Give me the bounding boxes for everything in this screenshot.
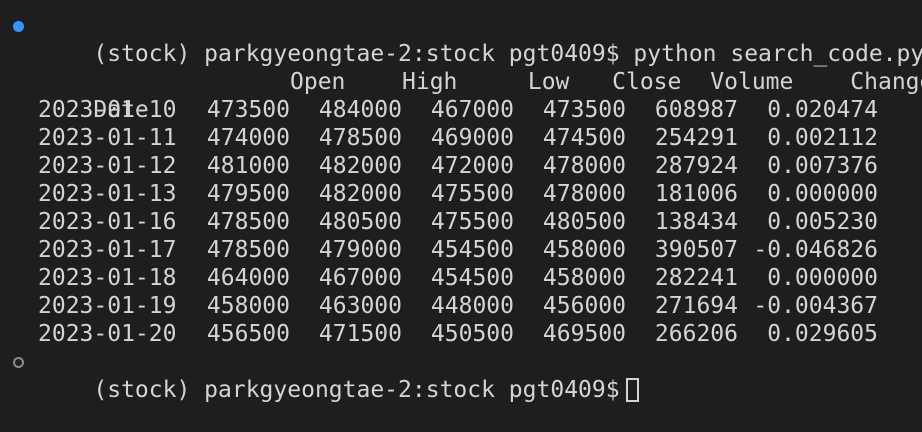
prompt-line[interactable]: (stock) parkgyeongtae-2:stock pgt0409$ [0,348,922,403]
table-cell: 469500 [542,321,626,347]
table-cell: 181006 [654,181,738,207]
table-cell: 472000 [430,153,514,179]
table-cell: 474000 [206,125,290,151]
table-cell: 475500 [430,181,514,207]
command-idle-dot-icon [13,357,24,368]
table-cell: 456500 [206,321,290,347]
table-cell: 481000 [206,153,290,179]
table-cell: 0.005230 [767,209,878,235]
row-date: 2023-01-11 [38,125,177,151]
table-cell: 478500 [206,209,290,235]
table-cell: 458000 [542,237,626,263]
index-label-row: Date [0,68,922,123]
table-cell: 458000 [206,293,290,319]
table-cell: 608987 [654,97,738,123]
row-date: 2023-01-19 [38,293,177,319]
row-date: 2023-01-20 [38,321,177,347]
command-success-dot-icon [13,21,24,32]
table-cell: -0.004367 [753,293,878,319]
table-cell: 0.007376 [767,153,878,179]
table-cell: 0.000000 [767,265,878,291]
table-row: 2023-01-17 478500 479000 454500 458000 390507… [0,236,922,264]
row-date: 2023-01-13 [38,181,177,207]
row-date: 2023-01-16 [38,209,177,235]
table-row: 2023-01-13 479500 482000 475500 478000 181006… [0,180,922,208]
table-cell: 454500 [430,237,514,263]
table-cell: 271694 [654,293,738,319]
table-cell: 287924 [654,153,738,179]
dataframe-header: OpenHighLowCloseVolumeChange [0,40,922,95]
table-cell: 467000 [318,265,402,291]
table-cell: 266206 [654,321,738,347]
table-cell: 463000 [318,293,402,319]
text-cursor[interactable] [625,378,639,402]
prompt-text: (stock) parkgyeongtae-2:stock pgt0409$ [93,377,620,403]
dataframe-rows: 2023-01-10 473500 484000 467000 473500 608987… [0,96,922,348]
table-row: 2023-01-19 458000 463000 448000 456000 271694… [0,292,922,320]
row-date: 2023-01-12 [38,153,177,179]
table-row: 2023-01-18 464000 467000 454500 458000 282241… [0,264,922,292]
table-cell: 282241 [654,265,738,291]
table-cell: 0.029605 [767,321,878,347]
table-cell: 254291 [654,125,738,151]
table-cell: 0.020474 [767,97,878,123]
table-cell: 475500 [430,209,514,235]
table-cell: 454500 [430,265,514,291]
table-cell: 458000 [542,265,626,291]
table-cell: 456000 [542,293,626,319]
table-row: 2023-01-12 481000 482000 472000 478000 287924… [0,152,922,180]
table-cell: 464000 [206,265,290,291]
table-cell: 390507 [654,237,738,263]
table-cell: 138434 [654,209,738,235]
table-cell: 482000 [318,153,402,179]
table-cell: 469000 [430,125,514,151]
table-cell: 479500 [206,181,290,207]
command-line: (stock) parkgyeongtae-2:stock pgt0409$ p… [0,12,922,67]
table-cell: 473500 [206,97,290,123]
row-date: 2023-01-10 [38,97,177,123]
table-cell: 482000 [318,181,402,207]
table-cell: -0.046826 [753,237,878,263]
table-cell: 479000 [318,237,402,263]
table-row: 2023-01-10 473500 484000 467000 473500 608987… [0,96,922,124]
terminal-output[interactable]: (stock) parkgyeongtae-2:stock pgt0409$ p… [0,12,922,403]
table-cell: 478500 [206,237,290,263]
table-cell: 478000 [542,181,626,207]
table-cell: 484000 [318,97,402,123]
table-cell: 0.000000 [767,181,878,207]
table-cell: 467000 [430,97,514,123]
table-cell: 474500 [542,125,626,151]
table-cell: 480500 [542,209,626,235]
row-date: 2023-01-17 [38,237,177,263]
table-cell: 471500 [318,321,402,347]
table-cell: 473500 [542,97,626,123]
table-row: 2023-01-20 456500 471500 450500 469500 266206… [0,320,922,348]
table-cell: 478500 [318,125,402,151]
table-row: 2023-01-16 478500 480500 475500 480500 138434… [0,208,922,236]
table-cell: 448000 [430,293,514,319]
table-cell: 450500 [430,321,514,347]
table-cell: 480500 [318,209,402,235]
row-date: 2023-01-18 [38,265,177,291]
table-cell: 0.002112 [767,125,878,151]
table-cell: 478000 [542,153,626,179]
table-row: 2023-01-11 474000 478500 469000 474500 254291… [0,124,922,152]
